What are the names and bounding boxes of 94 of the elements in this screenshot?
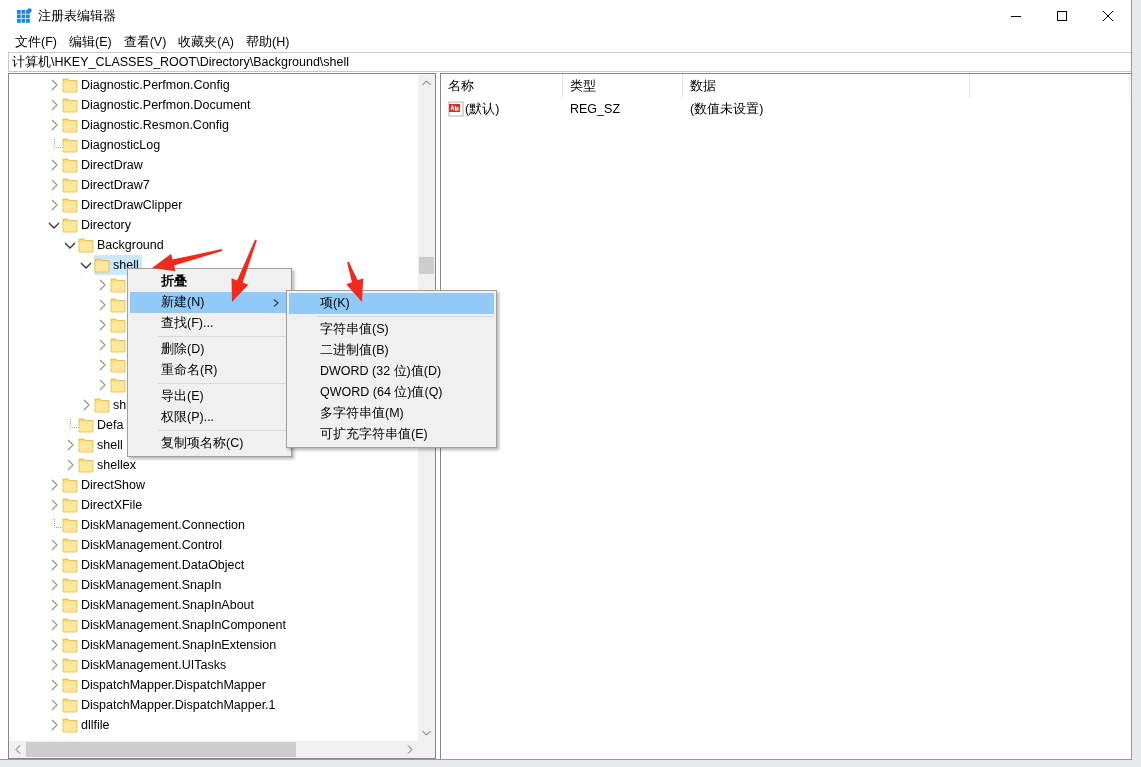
tree-item[interactable]: DirectXFile bbox=[62, 495, 146, 515]
tree-item[interactable]: DispatchMapper.DispatchMapper.1 bbox=[62, 695, 279, 715]
arrow-icon bbox=[231, 239, 257, 302]
tree-item[interactable]: Directory bbox=[62, 215, 134, 235]
menu-item[interactable]: 二进制值(B) bbox=[289, 340, 494, 361]
value-name-cell[interactable]: (默认) bbox=[441, 100, 563, 118]
column-header[interactable]: 类型 bbox=[563, 74, 683, 98]
window-title: 注册表编辑器 bbox=[38, 7, 116, 25]
folder-icon bbox=[62, 157, 78, 173]
close-icon bbox=[1103, 11, 1113, 21]
tree-item[interactable]: Diagnostic.Perfmon.Document bbox=[62, 95, 254, 115]
folder-icon bbox=[110, 377, 126, 393]
address-bar[interactable]: 计算机\HKEY_CLASSES_ROOT\Directory\Background\shell bbox=[8, 52, 1131, 72]
menu-bar-item[interactable]: 查看(V) bbox=[117, 32, 173, 52]
value-name: (默认) bbox=[465, 100, 500, 118]
folder-icon bbox=[62, 697, 78, 713]
folder-icon bbox=[62, 517, 78, 533]
folder-icon bbox=[62, 677, 78, 693]
tree-item[interactable]: DiskManagement.SnapIn bbox=[62, 575, 225, 595]
tree-item[interactable]: dllfile bbox=[62, 715, 113, 735]
folder-icon bbox=[62, 717, 78, 733]
folder-icon bbox=[110, 277, 126, 293]
menu-item[interactable]: 查找(F)... bbox=[130, 313, 289, 334]
folder-icon bbox=[78, 237, 94, 253]
menu-item[interactable]: 复制项名称(C) bbox=[130, 433, 289, 454]
tree-item[interactable]: DiskManagement.Control bbox=[62, 535, 226, 555]
menu-item[interactable]: 新建(N) bbox=[130, 292, 289, 313]
menu-bar-item[interactable]: 文件(F) bbox=[9, 32, 63, 52]
maximize-icon bbox=[1057, 11, 1067, 21]
value-data-cell-text: (数值未设置) bbox=[689, 100, 765, 118]
menu-item[interactable]: 项(K) bbox=[289, 293, 494, 314]
menu-item[interactable]: 权限(P)... bbox=[130, 407, 289, 428]
folder-icon bbox=[62, 117, 78, 133]
folder-icon bbox=[62, 217, 78, 233]
tree-item[interactable]: DiagnosticLog bbox=[62, 135, 164, 155]
folder-icon bbox=[62, 77, 78, 93]
folder-icon bbox=[62, 577, 78, 593]
tree-item[interactable]: Diagnostic.Resmon.Config bbox=[62, 115, 232, 135]
folder-icon bbox=[94, 257, 110, 273]
tree-item[interactable]: DiskManagement.SnapInComponent bbox=[62, 615, 289, 635]
tree-item[interactable]: Background bbox=[78, 235, 167, 255]
menu-item[interactable]: 删除(D) bbox=[130, 339, 289, 360]
menu-item[interactable]: 重命名(R) bbox=[130, 360, 289, 381]
folder-icon bbox=[94, 397, 110, 413]
folder-icon bbox=[62, 177, 78, 193]
tree-item[interactable]: sh bbox=[94, 395, 130, 415]
folder-icon bbox=[62, 97, 78, 113]
folder-icon bbox=[110, 317, 126, 333]
folder-icon bbox=[62, 637, 78, 653]
folder-icon bbox=[78, 457, 94, 473]
folder-icon bbox=[78, 417, 94, 433]
tree-item[interactable]: DispatchMapper.DispatchMapper bbox=[62, 675, 269, 695]
tree-item[interactable]: DiskManagement.SnapInExtension bbox=[62, 635, 280, 655]
folder-icon bbox=[62, 137, 78, 153]
string-value-icon bbox=[448, 101, 464, 117]
folder-icon bbox=[62, 537, 78, 553]
menu-bar-item[interactable]: 收藏夹(A) bbox=[172, 32, 240, 52]
tree-item[interactable]: DiskManagement.UITasks bbox=[62, 655, 230, 675]
tree-item[interactable]: Diagnostic.Perfmon.Config bbox=[62, 75, 233, 95]
tree-item[interactable]: DirectDraw7 bbox=[62, 175, 153, 195]
folder-icon bbox=[78, 437, 94, 453]
tree-item[interactable]: Defa bbox=[78, 415, 127, 435]
menu-item[interactable]: 导出(E) bbox=[130, 386, 289, 407]
folder-icon bbox=[62, 497, 78, 513]
column-header[interactable]: 数据 bbox=[683, 74, 970, 98]
menu-item[interactable]: QWORD (64 位)值(Q) bbox=[289, 382, 494, 403]
tree-item[interactable]: shell bbox=[78, 435, 126, 455]
tree-item[interactable]: DiskManagement.SnapInAbout bbox=[62, 595, 258, 615]
menu-item[interactable]: 多字符串值(M) bbox=[289, 403, 494, 424]
folder-icon bbox=[62, 597, 78, 613]
folder-icon bbox=[62, 197, 78, 213]
horizontal-scrollbar-thumb[interactable] bbox=[26, 742, 296, 757]
folder-icon bbox=[110, 297, 126, 313]
tree-item[interactable]: DirectDraw bbox=[62, 155, 146, 175]
folder-icon bbox=[62, 557, 78, 573]
menu-item[interactable]: DWORD (32 位)值(D) bbox=[289, 361, 494, 382]
tree-item[interactable]: DirectDrawClipper bbox=[62, 195, 186, 215]
folder-icon bbox=[62, 617, 78, 633]
menu-bar-item[interactable]: 编辑(E) bbox=[62, 32, 118, 52]
menu-item[interactable]: 可扩充字符串值(E) bbox=[289, 424, 494, 445]
menu-bar-item[interactable]: 帮助(H) bbox=[240, 32, 296, 52]
value-type-cell-text: REG_SZ bbox=[569, 102, 621, 116]
tree-item[interactable]: DiskManagement.DataObject bbox=[62, 555, 248, 575]
folder-icon bbox=[62, 657, 78, 673]
tree-item[interactable]: DirectShow bbox=[62, 475, 148, 495]
column-header[interactable]: 名称 bbox=[441, 74, 563, 98]
folder-icon bbox=[110, 357, 126, 373]
menu-item[interactable]: 字符串值(S) bbox=[289, 319, 494, 340]
tree-item[interactable]: shellex bbox=[78, 455, 139, 475]
tree-item[interactable]: DiskManagement.Connection bbox=[62, 515, 248, 535]
vertical-scrollbar-thumb[interactable] bbox=[419, 257, 434, 274]
folder-icon bbox=[110, 337, 126, 353]
folder-icon bbox=[62, 477, 78, 493]
registry-editor-icon bbox=[16, 8, 32, 24]
